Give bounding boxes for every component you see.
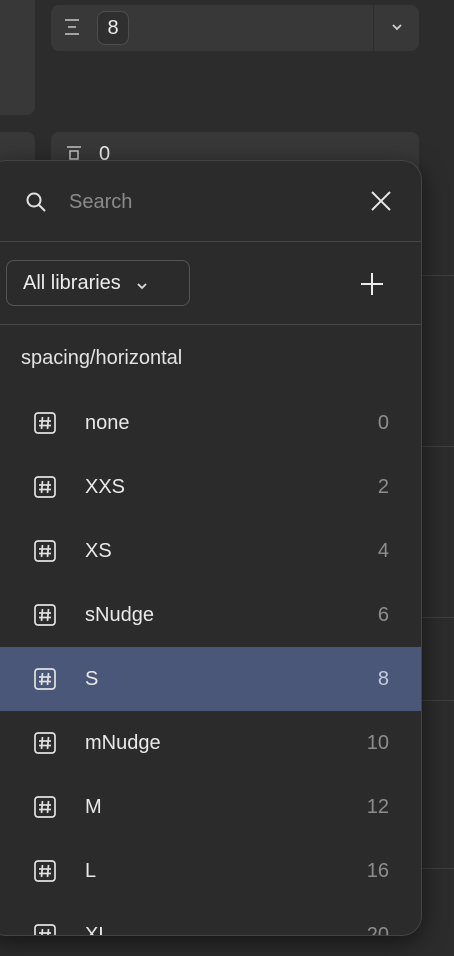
gap-variable-chip[interactable]: 8 [97, 11, 129, 45]
variable-name: XL [85, 923, 110, 936]
search-bar [0, 161, 421, 242]
library-filter-row: All libraries [0, 242, 421, 325]
variable-name: S [85, 667, 99, 690]
close-icon[interactable] [369, 189, 393, 213]
group-title: spacing/horizontal [21, 347, 183, 369]
chevron-down-icon[interactable] [388, 18, 406, 36]
library-select[interactable]: All libraries [6, 260, 190, 306]
list-item[interactable]: sNudge 6 [0, 583, 421, 647]
list-item[interactable]: L 16 [0, 839, 421, 903]
variable-list: none 0 XXS 2 XS 4 sNudge 6 S 8 mNudge 10 [0, 391, 421, 936]
variable-value: 20 [366, 923, 389, 936]
number-variable-icon [33, 603, 57, 627]
variable-value: 16 [366, 859, 389, 882]
number-variable-icon [33, 539, 57, 563]
variable-picker-dropdown: All libraries spacing/horizontal none 0 … [0, 160, 422, 936]
library-select-label: All libraries [23, 271, 121, 294]
search-input[interactable] [67, 185, 341, 219]
list-item-selected[interactable]: S 8 [0, 647, 421, 711]
gap-icon [62, 17, 82, 37]
variable-value: 0 [377, 411, 389, 434]
number-variable-icon [33, 795, 57, 819]
chevron-down-icon [135, 276, 149, 290]
number-variable-icon [33, 923, 57, 935]
add-icon[interactable] [359, 271, 385, 297]
variable-value: 2 [377, 475, 389, 498]
list-item[interactable]: M 12 [0, 775, 421, 839]
variable-name: M [85, 795, 102, 818]
search-icon [25, 191, 47, 213]
divider [418, 275, 454, 276]
variable-value: 10 [366, 731, 389, 754]
list-item[interactable]: XXS 2 [0, 455, 421, 519]
list-item[interactable]: XS 4 [0, 519, 421, 583]
field-divider [373, 5, 374, 51]
number-variable-icon [33, 731, 57, 755]
number-variable-icon [33, 475, 57, 499]
variable-value: 4 [377, 539, 389, 562]
variable-value: 8 [377, 667, 389, 690]
list-item[interactable]: mNudge 10 [0, 711, 421, 775]
number-variable-icon [33, 667, 57, 691]
number-variable-icon [33, 859, 57, 883]
variable-name: XS [85, 539, 112, 562]
list-item[interactable]: none 0 [0, 391, 421, 455]
divider [418, 617, 454, 618]
divider [418, 446, 454, 447]
variable-name: sNudge [85, 603, 154, 626]
number-variable-icon [33, 411, 57, 435]
divider [418, 868, 454, 869]
variable-name: XXS [85, 475, 126, 498]
divider [418, 700, 454, 701]
variable-value: 6 [377, 603, 389, 626]
variable-name: none [85, 411, 130, 434]
list-item[interactable]: XL 20 [0, 903, 421, 936]
property-card [0, 0, 35, 115]
variable-value: 12 [366, 795, 389, 818]
variable-name: mNudge [85, 731, 161, 754]
variable-name: L [85, 859, 97, 882]
